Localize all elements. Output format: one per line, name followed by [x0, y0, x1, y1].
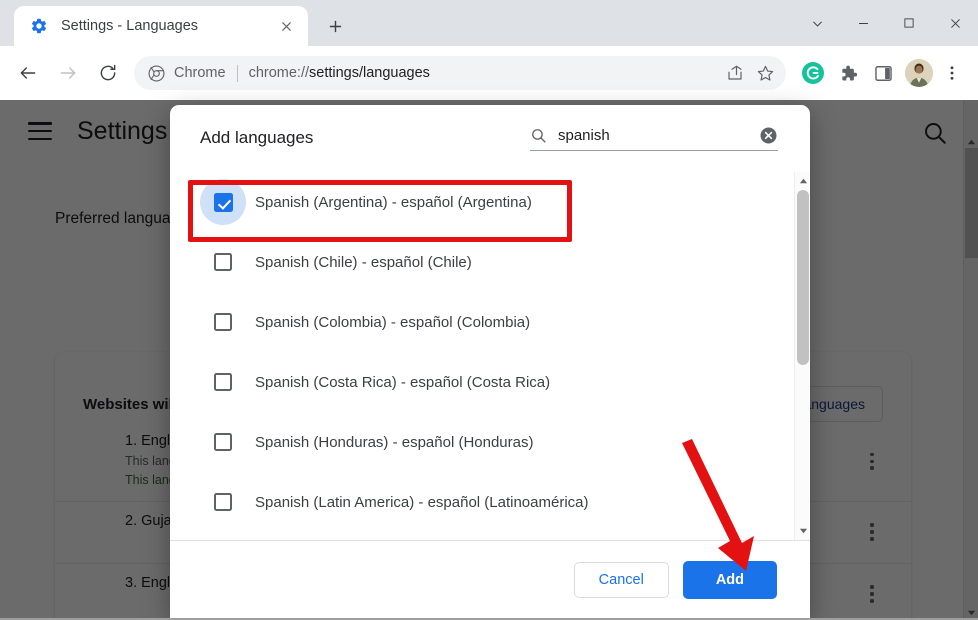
url-text: chrome://settings/languages: [249, 65, 720, 81]
language-option-label: Spanish (Colombia) - español (Colombia): [255, 313, 531, 331]
browser-tab[interactable]: Settings - Languages: [14, 6, 308, 46]
grammarly-icon[interactable]: [797, 57, 829, 89]
language-option[interactable]: Spanish (Argentina) - español (Argentina…: [170, 172, 810, 232]
side-panel-icon[interactable]: [867, 57, 899, 89]
checkbox-icon[interactable]: [214, 373, 232, 391]
window-close-button[interactable]: [932, 0, 978, 46]
close-icon[interactable]: [274, 14, 298, 38]
three-dot-menu-icon[interactable]: [936, 57, 968, 89]
language-option[interactable]: Spanish (Chile) - español (Chile): [170, 232, 810, 292]
puzzle-icon[interactable]: [832, 57, 864, 89]
new-tab-button[interactable]: [318, 9, 352, 43]
star-icon[interactable]: [750, 58, 780, 88]
share-icon[interactable]: [720, 58, 750, 88]
browser-window: Settings - Languages Chrome chrome://set…: [0, 0, 978, 620]
checkbox-wrapper[interactable]: [200, 419, 246, 465]
url-path: settings/languages: [309, 65, 430, 81]
dialog-body: Spanish (Argentina) - español (Argentina…: [170, 171, 810, 540]
dialog-title: Add languages: [200, 128, 314, 147]
language-list: Spanish (Argentina) - español (Argentina…: [170, 172, 810, 532]
tab-title: Settings - Languages: [61, 18, 199, 34]
add-button[interactable]: Add: [682, 560, 777, 599]
dialog-header: Add languages: [170, 105, 810, 171]
language-option[interactable]: Spanish (Latin America) - español (Latin…: [170, 472, 810, 532]
search-input[interactable]: [558, 126, 751, 144]
dialog-footer: Cancel Add: [170, 540, 810, 618]
checkbox-wrapper[interactable]: [200, 479, 246, 525]
chevron-down-icon[interactable]: [794, 0, 840, 46]
language-search-field[interactable]: [530, 126, 778, 151]
checkbox-wrapper[interactable]: [200, 299, 246, 345]
url-prefix: chrome://: [248, 65, 310, 81]
language-option[interactable]: Spanish (Costa Rica) - español (Costa Ri…: [170, 352, 810, 412]
window-controls: [794, 0, 978, 46]
language-option-label: Spanish (Argentina) - español (Argentina…: [255, 193, 532, 211]
add-languages-dialog: Add languages spanish Spanish (Argentina…: [170, 105, 810, 618]
omnibox-actions: [720, 58, 780, 88]
dialog-scrollbar[interactable]: [794, 172, 810, 540]
checkbox-icon[interactable]: [214, 313, 232, 331]
checkbox-wrapper[interactable]: [200, 179, 246, 225]
language-option-label: Spanish (Costa Rica) - español (Costa Ri…: [255, 373, 551, 391]
site-label: Chrome: [174, 65, 226, 81]
dialog-scroll-thumb[interactable]: [797, 190, 809, 365]
cancel-button[interactable]: Cancel: [573, 561, 669, 598]
language-option-label: Spanish (Latin America) - español (Latin…: [255, 493, 589, 511]
checkbox-icon[interactable]: [214, 493, 232, 511]
reload-button[interactable]: [90, 55, 126, 91]
forward-button[interactable]: [50, 55, 86, 91]
checkbox-icon[interactable]: [214, 253, 232, 271]
checkbox-wrapper[interactable]: [200, 239, 246, 285]
address-bar[interactable]: Chrome chrome://settings/languages: [134, 56, 786, 90]
search-icon: [530, 127, 547, 144]
gear-icon: [30, 17, 48, 35]
language-option-label: Spanish (Chile) - español (Chile): [255, 253, 472, 271]
maximize-button[interactable]: [886, 0, 932, 46]
language-option[interactable]: Spanish (Honduras) - español (Honduras): [170, 412, 810, 472]
scroll-up-icon[interactable]: [795, 173, 810, 190]
browser-toolbar: Chrome chrome://settings/languages: [0, 46, 978, 100]
scroll-down-icon[interactable]: [795, 522, 810, 539]
checkbox-checked-icon[interactable]: [213, 192, 233, 212]
back-button[interactable]: [10, 55, 46, 91]
omnibox-separator: [236, 64, 238, 82]
minimize-button[interactable]: [840, 0, 886, 46]
avatar[interactable]: [905, 59, 933, 87]
chrome-logo-icon: [148, 64, 165, 82]
language-option[interactable]: Spanish (Colombia) - español (Colombia): [170, 292, 810, 352]
checkbox-wrapper[interactable]: [200, 359, 246, 405]
checkbox-icon[interactable]: [214, 433, 232, 451]
clear-icon[interactable]: [759, 126, 778, 145]
language-option-label: Spanish (Honduras) - español (Honduras): [255, 433, 534, 451]
tab-strip: Settings - Languages: [0, 0, 978, 46]
